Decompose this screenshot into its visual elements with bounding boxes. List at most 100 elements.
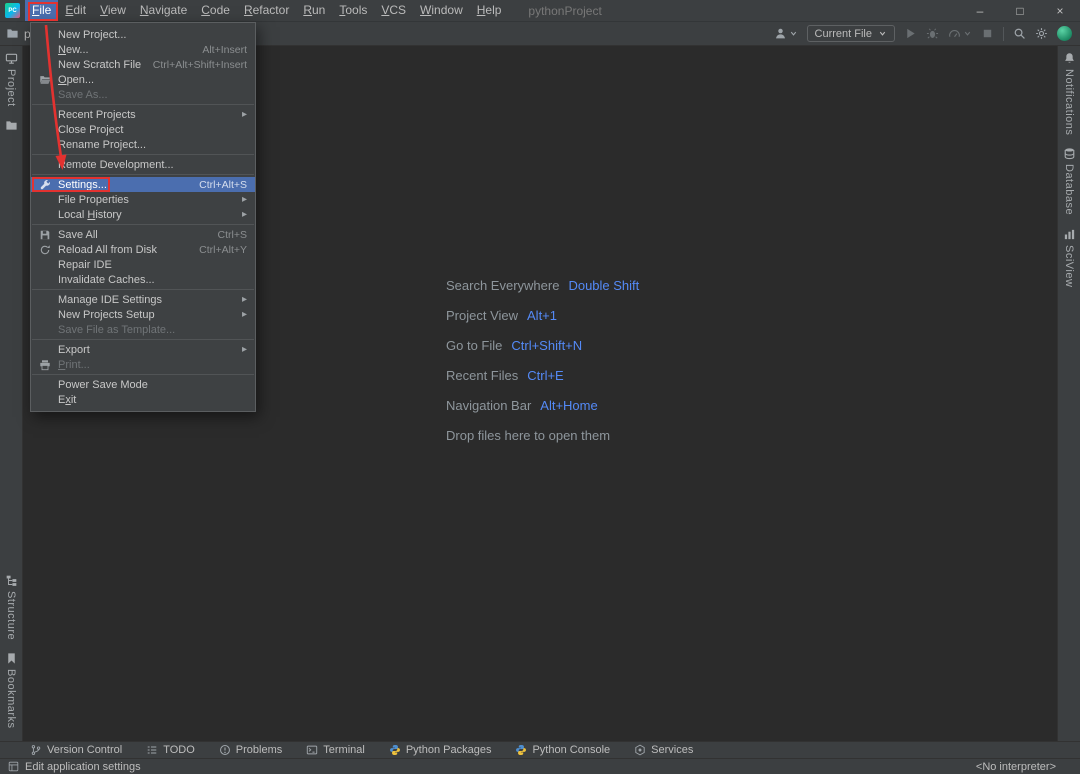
titlebar: PC FileEditViewNavigateCodeRefactorRunTo… (0, 0, 1080, 22)
file-menu-item-print[interactable]: Print... (31, 357, 255, 372)
user-icon (774, 27, 787, 40)
tool-stripe-bookmarks[interactable]: Bookmarks (5, 646, 18, 735)
file-menu-item-save-file-as-template[interactable]: Save File as Template... (31, 322, 255, 337)
folder-icon (5, 119, 18, 132)
shortcut-hint-label: Search Everywhere (446, 278, 559, 293)
file-menu-item-save-all[interactable]: Save AllCtrl+S (31, 227, 255, 242)
settings-button[interactable] (1035, 27, 1048, 40)
profile-avatar[interactable] (1057, 26, 1072, 41)
gear-icon (1035, 27, 1048, 40)
menu-item-label: Recent Projects (58, 109, 136, 121)
file-menu-item-power-save-mode[interactable]: Power Save Mode (31, 377, 255, 392)
file-menu-item-repair-ide[interactable]: Repair IDE (31, 257, 255, 272)
debug-button[interactable] (926, 27, 939, 40)
file-menu-item-new[interactable]: New... Alt+Insert (31, 42, 255, 57)
run-configuration-dropdown[interactable]: Current File (807, 25, 895, 42)
minimize-button[interactable]: – (960, 0, 1000, 21)
wrench-icon (37, 179, 53, 191)
menu-vcs[interactable]: VCS (374, 0, 413, 21)
file-menu-item-settings[interactable]: Settings...Ctrl+Alt+S (31, 177, 255, 192)
menu-help[interactable]: Help (470, 0, 509, 21)
file-menu-item-new-scratch-file[interactable]: New Scratch FileCtrl+Alt+Shift+Insert (31, 57, 255, 72)
toolwindow-button-python-packages[interactable]: Python Packages (389, 744, 492, 756)
run-button[interactable] (904, 27, 917, 40)
file-menu-item-open[interactable]: Open... (31, 72, 255, 87)
menu-item-label: New Project... (58, 29, 126, 41)
menu-edit[interactable]: Edit (58, 0, 93, 21)
menu-separator (32, 154, 254, 155)
toolwindow-button-label: Terminal (323, 744, 365, 756)
file-menu-item-recent-projects[interactable]: Recent Projects ▸ (31, 107, 255, 122)
menu-item-shortcut: Ctrl+Alt+Y (189, 244, 247, 256)
menu-tools[interactable]: Tools (332, 0, 374, 21)
shortcut-hint-label: Navigation Bar (446, 398, 531, 413)
file-menu-item-close-project[interactable]: Close Project (31, 122, 255, 137)
layout-icon (8, 761, 19, 772)
user-menu-button[interactable] (774, 27, 798, 40)
tool-stripe-database[interactable]: Database (1063, 141, 1076, 221)
shortcut-hint-keys: Double Shift (568, 278, 639, 293)
menu-item-label: Close Project (58, 124, 123, 136)
file-menu-item-local-history[interactable]: Local History▸ (31, 207, 255, 222)
file-menu-item-file-properties[interactable]: File Properties▸ (31, 192, 255, 207)
menu-refactor[interactable]: Refactor (237, 0, 296, 21)
menu-navigate[interactable]: Navigate (133, 0, 194, 21)
menu-file[interactable]: File (25, 0, 58, 21)
window-controls: – □ × (960, 0, 1080, 21)
statusbar-hint-label: Edit application settings (25, 761, 141, 773)
file-menu-item-reload-all-from-disk[interactable]: Reload All from DiskCtrl+Alt+Y (31, 242, 255, 257)
toolwindow-button-terminal[interactable]: Terminal (306, 744, 365, 756)
submenu-arrow-icon: ▸ (232, 109, 247, 120)
chevron-down-icon (878, 29, 887, 38)
menu-item-label: New... (58, 44, 89, 56)
toolwindow-button-version-control[interactable]: Version Control (30, 744, 122, 756)
tool-stripe-label: SciView (1063, 245, 1075, 287)
maximize-button[interactable]: □ (1000, 0, 1040, 21)
toolwindow-button-python-console[interactable]: Python Console (515, 744, 610, 756)
run-configuration-label: Current File (815, 28, 872, 40)
tool-stripe-sciview[interactable]: SciView (1063, 222, 1076, 293)
menu-view[interactable]: View (93, 0, 133, 21)
submenu-arrow-icon: ▸ (232, 309, 247, 320)
tool-stripe-project[interactable]: Project (5, 46, 18, 113)
toolwindow-button-services[interactable]: Services (634, 744, 693, 756)
toolwindow-button-todo[interactable]: TODO (146, 744, 195, 756)
shortcut-hint-row: Go to FileCtrl+Shift+N (446, 330, 639, 360)
stop-icon (981, 27, 994, 40)
interpreter-widget[interactable]: <No interpreter> (976, 761, 1056, 773)
tool-stripe-notifications[interactable]: Notifications (1063, 46, 1076, 141)
menubar: FileEditViewNavigateCodeRefactorRunTools… (25, 0, 508, 21)
file-menu-item-remote-development[interactable]: Remote Development... (31, 157, 255, 172)
file-menu-item-save-as[interactable]: Save As... (31, 87, 255, 102)
pycharm-logo: PC (5, 3, 20, 18)
project-folder-icon (6, 27, 19, 40)
shortcut-hint-row: Project ViewAlt+1 (446, 300, 639, 330)
close-button[interactable]: × (1040, 0, 1080, 21)
terminal-icon (306, 744, 318, 756)
menu-item-label: Remote Development... (58, 159, 174, 171)
shortcut-hint-keys: Alt+Home (540, 398, 597, 413)
menu-code[interactable]: Code (194, 0, 237, 21)
file-menu-item-new-projects-setup[interactable]: New Projects Setup▸ (31, 307, 255, 322)
file-menu-item-invalidate-caches[interactable]: Invalidate Caches... (31, 272, 255, 287)
toolwindow-button-problems[interactable]: Problems (219, 744, 282, 756)
tool-stripe-structure[interactable]: Structure (5, 568, 18, 646)
menu-item-label: Open... (58, 74, 94, 86)
services-icon (634, 744, 646, 756)
file-menu-item-rename-project[interactable]: Rename Project... (31, 137, 255, 152)
file-menu-item-new-project[interactable]: New Project... (31, 27, 255, 42)
menu-window[interactable]: Window (413, 0, 470, 21)
file-menu-item-export[interactable]: Export▸ (31, 342, 255, 357)
statusbar: Edit application settings <No interprete… (0, 758, 1080, 774)
toolwindow-button-label: Python Console (532, 744, 610, 756)
tool-stripe-folder[interactable] (5, 113, 18, 138)
statusbar-hint: Edit application settings (8, 761, 141, 773)
menu-separator (32, 339, 254, 340)
menu-run[interactable]: Run (296, 0, 332, 21)
menu-item-shortcut: Alt+Insert (192, 44, 247, 56)
stop-button[interactable] (981, 27, 994, 40)
profiler-button[interactable] (948, 27, 972, 40)
file-menu-item-exit[interactable]: Exit (31, 392, 255, 407)
search-everywhere-button[interactable] (1013, 27, 1026, 40)
file-menu-item-manage-ide-settings[interactable]: Manage IDE Settings▸ (31, 292, 255, 307)
